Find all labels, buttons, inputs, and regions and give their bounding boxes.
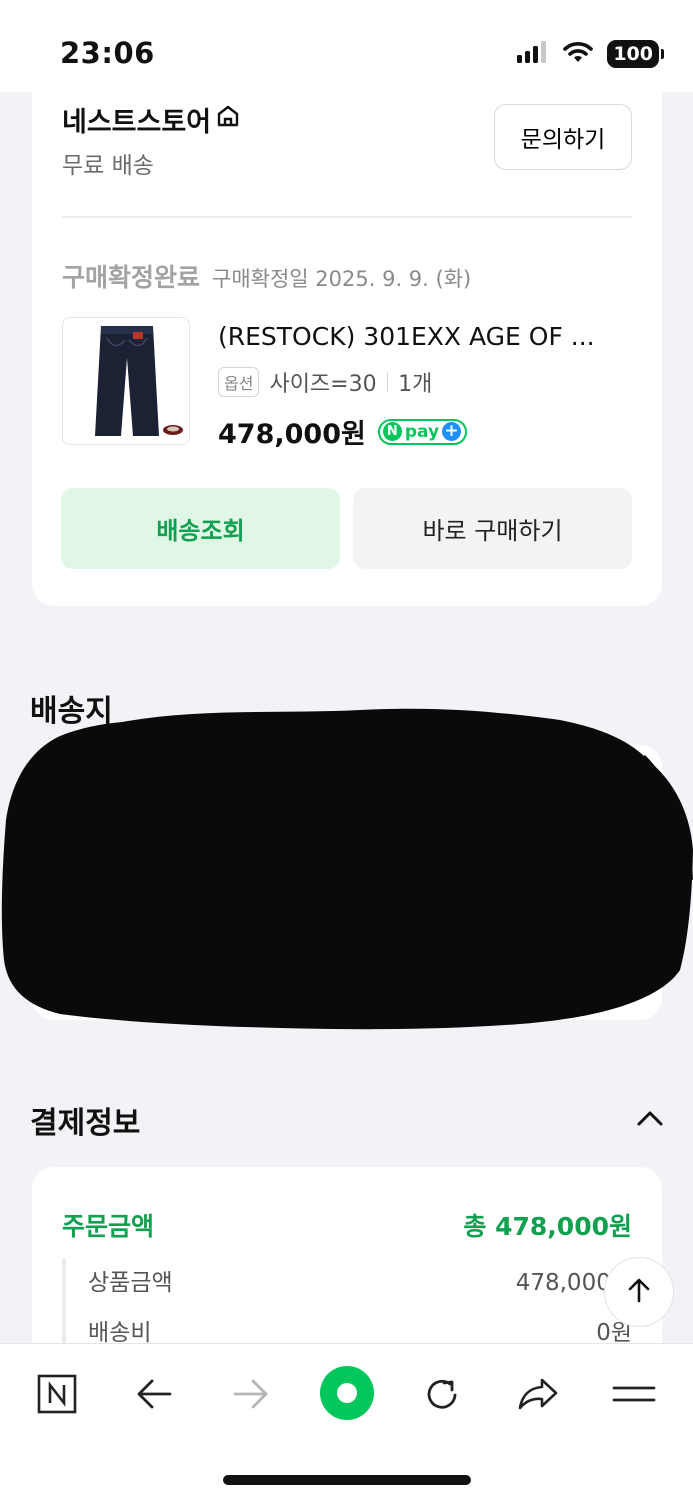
arrow-left-icon bbox=[137, 1379, 172, 1409]
chevron-up-icon[interactable] bbox=[635, 1104, 665, 1134]
menu-button[interactable] bbox=[604, 1364, 664, 1424]
option-value: 사이즈=30 bbox=[269, 372, 377, 397]
browser-toolbar bbox=[0, 1343, 693, 1500]
npay-plus-badge: N pay + bbox=[377, 418, 468, 445]
status-bar: 23:06 100 bbox=[0, 0, 693, 92]
option-tag: 옵션 bbox=[218, 367, 260, 397]
shipping-fee-text: 무료 배송 bbox=[62, 153, 154, 179]
npay-label: pay bbox=[404, 421, 440, 442]
share-button[interactable] bbox=[508, 1364, 568, 1424]
home-indicator bbox=[223, 1475, 471, 1485]
separator bbox=[386, 372, 389, 392]
purchase-confirm-row: 구매확정완료 구매확정일 2025. 9. 9. (화) bbox=[62, 258, 471, 294]
product-thumbnail[interactable] bbox=[62, 317, 190, 445]
refresh-button[interactable] bbox=[412, 1364, 472, 1424]
inquiry-button[interactable]: 문의하기 bbox=[494, 104, 632, 170]
quantity: 1개 bbox=[398, 372, 433, 397]
green-dot-button[interactable] bbox=[320, 1366, 374, 1420]
payment-section-title: 결제정보 bbox=[30, 1106, 141, 1141]
jeans-image bbox=[63, 318, 189, 444]
share-icon bbox=[518, 1378, 558, 1410]
naver-n-icon bbox=[37, 1374, 77, 1414]
home-icon bbox=[215, 103, 241, 136]
naver-home-button[interactable] bbox=[27, 1364, 87, 1424]
product-price: 478,000원 bbox=[218, 419, 366, 450]
arrow-right-icon bbox=[233, 1379, 268, 1409]
order-amount-label: 주문금액 bbox=[62, 1212, 155, 1241]
divider bbox=[62, 216, 632, 218]
payment-row: 상품금액 478,000원 bbox=[88, 1263, 632, 1297]
store-name-link[interactable]: 네스트스토어 bbox=[62, 100, 241, 139]
store-name: 네스트스토어 bbox=[62, 107, 212, 138]
confirm-date: 구매확정일 2025. 9. 9. (화) bbox=[212, 267, 472, 291]
redaction-scribble bbox=[1, 708, 693, 1030]
forward-button[interactable] bbox=[221, 1364, 281, 1424]
wifi-icon bbox=[563, 41, 594, 67]
status-icons: 100 bbox=[517, 40, 664, 68]
naver-n-icon: N bbox=[382, 422, 402, 441]
plus-icon: + bbox=[442, 422, 462, 441]
buy-again-button[interactable]: 바로 구매하기 bbox=[353, 488, 632, 569]
refresh-icon bbox=[427, 1379, 457, 1409]
hamburger-icon bbox=[612, 1386, 656, 1402]
arrow-up-icon bbox=[624, 1275, 654, 1309]
product-name[interactable]: (RESTOCK) 301EXX AGE OF ... bbox=[218, 322, 628, 351]
battery-indicator: 100 bbox=[607, 40, 664, 68]
payment-row: 배송비 0원 bbox=[88, 1313, 632, 1347]
payment-row-label: 배송비 bbox=[88, 1320, 152, 1346]
price-row: 478,000원 N pay + bbox=[218, 412, 468, 451]
option-row: 옵션 사이즈=30 1개 bbox=[218, 366, 432, 398]
order-amount-total: 총 478,000원 bbox=[463, 1212, 632, 1241]
status-time: 23:06 bbox=[60, 36, 155, 70]
green-dot-icon bbox=[337, 1383, 357, 1403]
track-delivery-button[interactable]: 배송조회 bbox=[61, 488, 340, 569]
order-card: 네스트스토어 무료 배송 문의하기 구매확정완료 구매확정일 2025. 9. … bbox=[32, 60, 662, 606]
scroll-to-top-button[interactable] bbox=[604, 1257, 674, 1327]
order-status: 구매확정완료 bbox=[62, 263, 201, 292]
back-button[interactable] bbox=[124, 1364, 184, 1424]
signal-icon bbox=[517, 41, 549, 67]
payment-row-label: 상품금액 bbox=[88, 1270, 173, 1296]
